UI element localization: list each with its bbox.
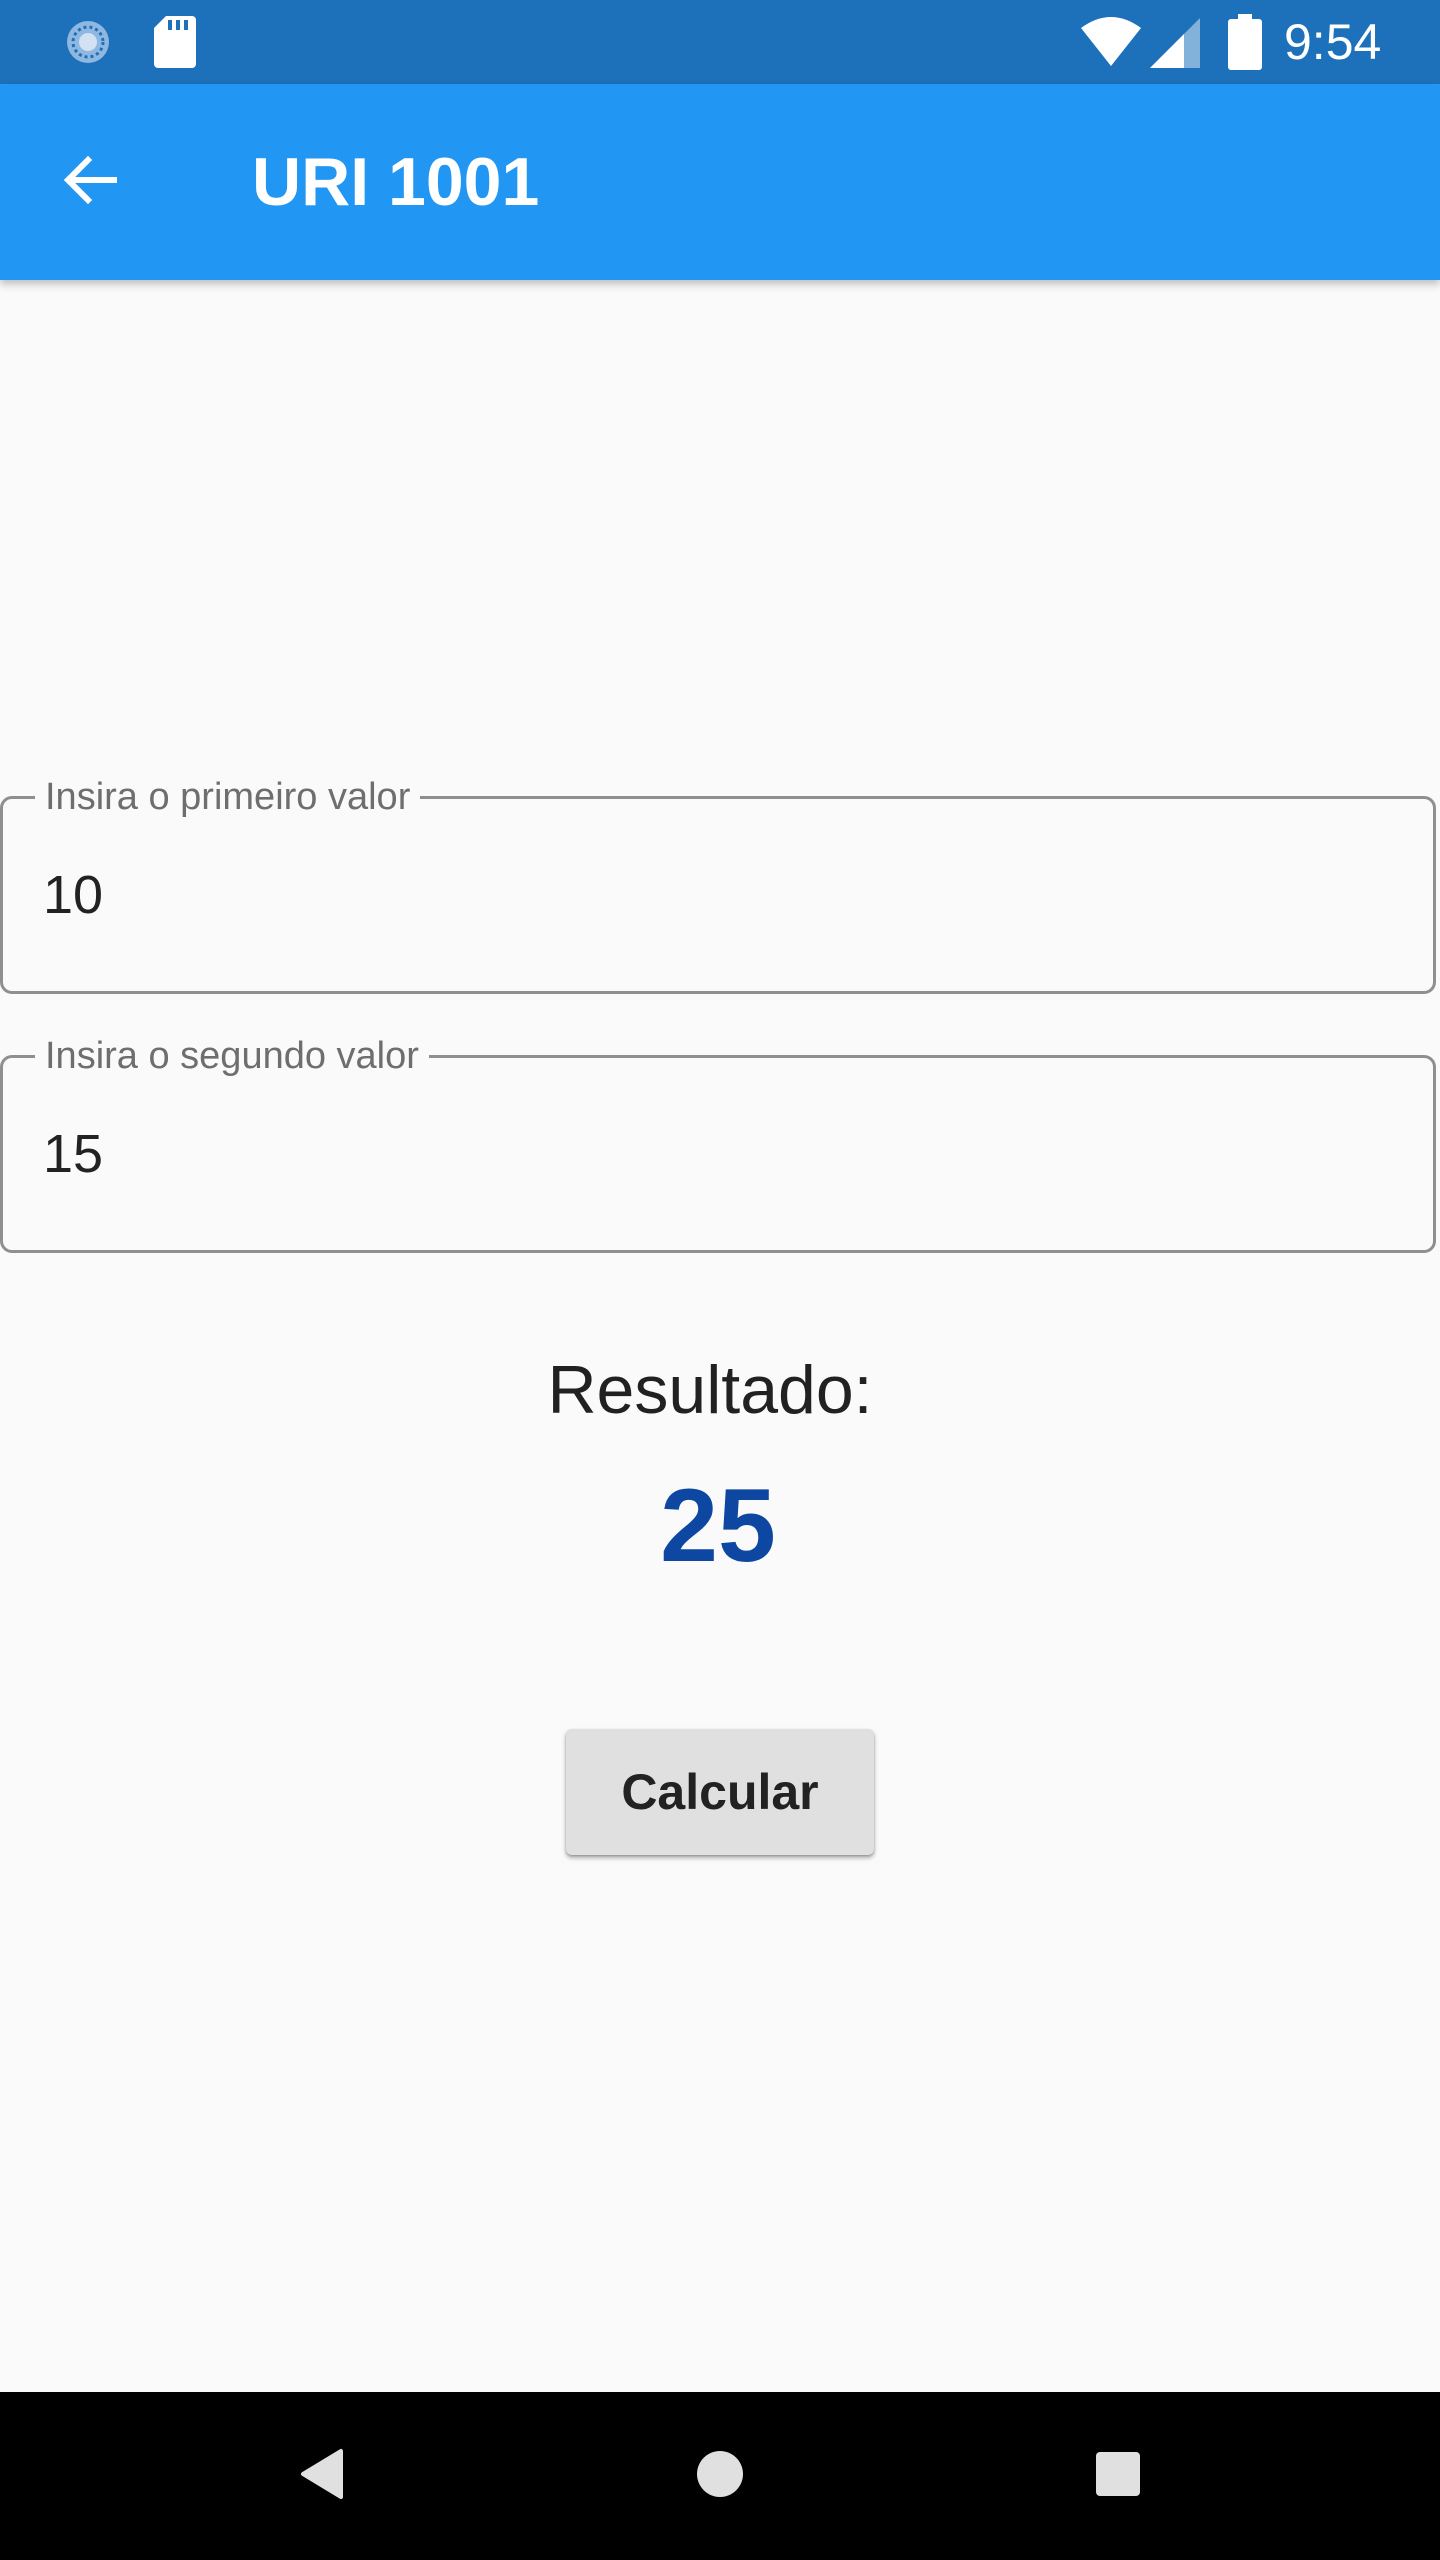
wifi-icon xyxy=(1080,16,1142,68)
arrow-back-icon xyxy=(58,148,122,217)
sd-card-icon xyxy=(154,16,196,68)
cell-signal-icon xyxy=(1150,18,1200,68)
first-value-input[interactable] xyxy=(43,857,1343,933)
nav-recents-button[interactable] xyxy=(1068,2426,1168,2526)
back-button[interactable] xyxy=(44,136,136,228)
nav-home-icon xyxy=(695,2449,745,2504)
status-bar: 9:54 xyxy=(0,0,1440,84)
first-value-field[interactable]: Insira o primeiro valor xyxy=(0,775,1436,994)
second-value-field[interactable]: Insira o segundo valor xyxy=(0,1034,1436,1253)
nav-recents-icon xyxy=(1095,2451,1141,2502)
nav-home-button[interactable] xyxy=(670,2426,770,2526)
calculate-button[interactable]: Calcular xyxy=(566,1729,874,1855)
second-value-input[interactable] xyxy=(43,1116,1343,1192)
nav-back-icon xyxy=(297,2447,347,2506)
second-value-label: Insira o segundo valor xyxy=(35,1034,429,1078)
navigation-bar xyxy=(0,2392,1440,2560)
sync-icon xyxy=(64,18,112,66)
nav-back-button[interactable] xyxy=(272,2426,372,2526)
result-label: Resultado: xyxy=(547,1352,873,1428)
status-clock: 9:54 xyxy=(1284,14,1382,70)
app-bar: URI 1001 xyxy=(0,84,1440,280)
page-title: URI 1001 xyxy=(252,144,540,220)
first-value-label: Insira o primeiro valor xyxy=(35,775,421,819)
result-value: 25 xyxy=(660,1468,776,1584)
battery-icon xyxy=(1228,14,1262,70)
